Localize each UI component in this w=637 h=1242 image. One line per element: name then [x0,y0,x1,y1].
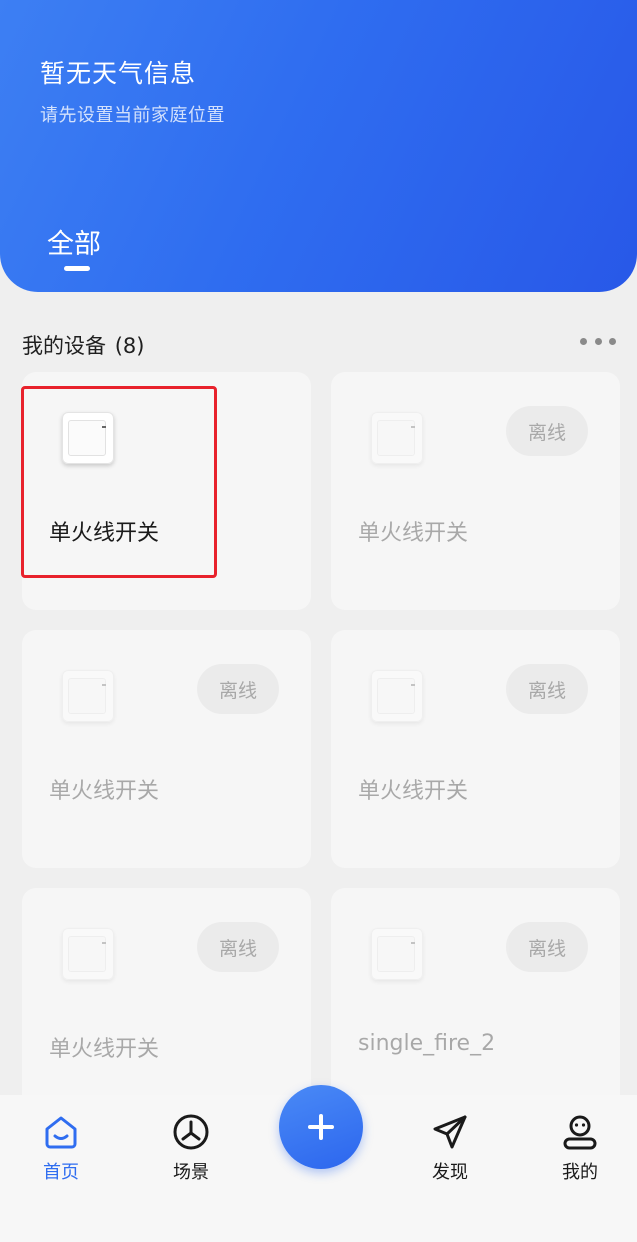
device-name: 单火线开关 [49,779,160,804]
nav-discover-label: 发现 [432,1162,468,1183]
offline-badge: 离线 [506,922,588,972]
selection-highlight [21,386,217,578]
wall-switch-icon [371,670,423,722]
device-card[interactable]: 离线 单火线开关 [331,630,620,868]
offline-badge: 离线 [506,664,588,714]
weather-title[interactable]: 暂无天气信息 [40,54,196,90]
nav-home-label: 首页 [43,1162,79,1183]
wall-switch-icon [371,928,423,980]
device-card[interactable]: 离线 single_fire_2 [331,888,620,1126]
device-card[interactable]: 离线 单火线开关 [331,372,620,610]
more-options-icon[interactable] [580,334,616,348]
offline-badge: 离线 [506,406,588,456]
tab-active-indicator [64,266,90,271]
nav-scene-label: 场景 [173,1162,209,1183]
add-device-button[interactable] [279,1085,363,1169]
device-name: 单火线开关 [49,1037,160,1062]
nav-home[interactable]: 首页 [21,1112,101,1184]
nav-mine[interactable]: 我的 [540,1112,620,1184]
offline-badge: 离线 [197,664,279,714]
device-card[interactable]: 离线 单火线开关 [22,888,311,1126]
wall-switch-icon [62,928,114,980]
paper-plane-icon [433,1115,467,1149]
devices-count: (8) [114,334,145,358]
devices-section-title: 我的设备 (8) [22,330,144,360]
device-name: 单火线开关 [358,779,469,804]
user-icon [563,1115,597,1150]
offline-badge: 离线 [197,922,279,972]
device-card[interactable]: 离线 单火线开关 [22,630,311,868]
nav-mine-label: 我的 [562,1162,598,1183]
nav-scene[interactable]: 场景 [151,1112,231,1184]
tab-all[interactable]: 全部 [47,222,101,261]
home-icon [45,1116,77,1149]
wall-switch-icon [62,670,114,722]
devices-section-label: 我的设备 [22,334,106,358]
header-banner: 暂无天气信息 请先设置当前家庭位置 全部 [0,0,637,292]
plus-icon [308,1114,334,1140]
device-name: single_fire_2 [358,1031,496,1056]
nav-discover[interactable]: 发现 [410,1112,490,1184]
wall-switch-icon [371,412,423,464]
scene-icon [173,1114,209,1150]
weather-subtitle[interactable]: 请先设置当前家庭位置 [40,101,225,127]
device-name: 单火线开关 [358,521,469,546]
